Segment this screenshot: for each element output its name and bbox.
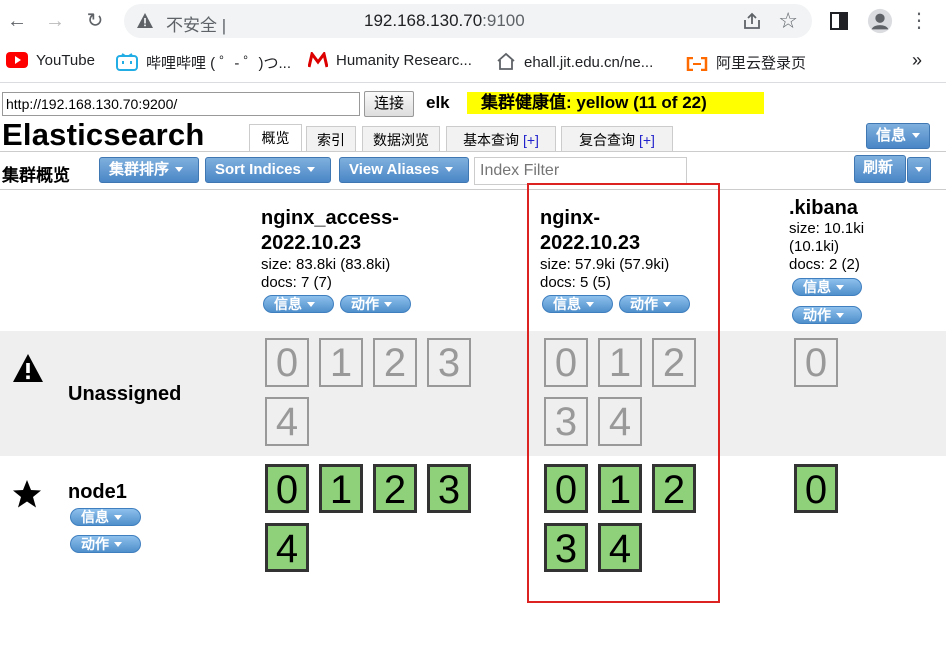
master-star-icon xyxy=(13,480,41,508)
tab-overview[interactable]: 概览 xyxy=(249,124,302,152)
bookmark-humanity-research[interactable]: Humanity Researc... xyxy=(308,52,472,69)
tab-indices[interactable]: 索引 xyxy=(306,126,356,152)
shard-unassigned[interactable]: 2 xyxy=(373,338,417,387)
cluster-overview-label: 集群概览 xyxy=(2,166,70,185)
index-docs: docs: 2 (2) xyxy=(789,256,860,273)
sort-indices-button[interactable]: Sort Indices xyxy=(205,157,331,183)
reload-icon[interactable]: ↻ xyxy=(82,8,108,34)
chevron-down-icon xyxy=(915,167,923,172)
connect-url-input[interactable] xyxy=(2,92,360,116)
aliyun-icon xyxy=(686,57,708,71)
index-info-button[interactable]: 信息 xyxy=(792,278,862,296)
warning-icon[interactable] xyxy=(136,12,154,30)
bookmark-youtube[interactable]: YouTube xyxy=(6,52,95,69)
shard-started[interactable]: 3 xyxy=(427,464,471,513)
side-panel-icon[interactable] xyxy=(828,8,850,34)
info-menu-button[interactable]: 信息 xyxy=(866,123,930,149)
chevron-down-icon xyxy=(384,302,392,307)
index-action-button[interactable]: 动作 xyxy=(792,306,862,324)
tab-basic-query[interactable]: 基本查询 [+] xyxy=(446,126,556,152)
youtube-icon xyxy=(6,52,28,68)
chevron-down-icon xyxy=(836,285,844,290)
back-arrow-icon[interactable]: ← xyxy=(4,8,30,34)
index-info-button[interactable]: 信息 xyxy=(263,295,334,313)
mendeley-icon xyxy=(308,52,328,68)
app-title: Elasticsearch xyxy=(2,117,205,152)
bookmark-bilibili[interactable]: 哔哩哔哩 ( ゜- ゜)つ... xyxy=(116,52,291,73)
highlight-box xyxy=(527,183,720,603)
node-action-button[interactable]: 动作 xyxy=(70,535,141,553)
index-size: size: 10.1ki (10.1ki) xyxy=(789,220,865,255)
share-icon[interactable] xyxy=(742,11,762,31)
node-name: node1 xyxy=(68,481,127,503)
address-bar[interactable]: 不安全 | 192.168.130.70:9100 ☆ xyxy=(124,4,812,38)
refresh-dropdown-button[interactable] xyxy=(907,157,931,183)
refresh-button[interactable]: 刷新 xyxy=(854,155,906,183)
shard-started[interactable]: 0 xyxy=(265,464,309,513)
warning-icon xyxy=(13,354,43,382)
view-aliases-button[interactable]: View Aliases xyxy=(339,157,469,183)
node-info-button[interactable]: 信息 xyxy=(70,508,141,526)
chevron-down-icon xyxy=(175,167,184,172)
globe-page-icon xyxy=(497,52,515,70)
chevron-down-icon xyxy=(445,167,454,172)
chevron-down-icon xyxy=(306,167,315,172)
bookmark-star-icon[interactable]: ☆ xyxy=(778,8,798,34)
more-menu-icon[interactable]: ⋮ xyxy=(906,8,932,34)
connect-button[interactable]: 连接 xyxy=(364,91,414,117)
shard-started[interactable]: 4 xyxy=(265,523,309,572)
index-docs: docs: 7 (7) xyxy=(261,274,332,291)
address-url: 192.168.130.70:9100 xyxy=(364,11,525,30)
index-name: nginx_access- 2022.10.23 xyxy=(261,207,399,254)
shard-unassigned[interactable]: 0 xyxy=(265,338,309,387)
bookmarks-bar: YouTube 哔哩哔哩 ( ゜- ゜)つ... Humanity Resear… xyxy=(0,42,946,82)
bookmarks-more[interactable]: » xyxy=(912,50,922,71)
chevron-down-icon xyxy=(912,133,921,138)
index-size: size: 83.8ki (83.8ki) xyxy=(261,256,391,273)
chevron-down-icon xyxy=(836,313,844,318)
index-filter-input[interactable] xyxy=(474,157,687,185)
insecure-label: 不安全 | xyxy=(166,16,227,35)
shard-started[interactable]: 1 xyxy=(319,464,363,513)
tab-compound-query[interactable]: 复合查询 [+] xyxy=(561,126,673,152)
browser-toolbar: ← → ↻ 不安全 | 192.168.130.70:9100 ☆ ⋮ xyxy=(0,0,946,42)
forward-arrow-icon[interactable]: → xyxy=(42,8,68,34)
shard-started[interactable]: 2 xyxy=(373,464,417,513)
shard-unassigned[interactable]: 1 xyxy=(319,338,363,387)
chevron-down-icon xyxy=(307,302,315,307)
tab-browser[interactable]: 数据浏览 xyxy=(362,126,440,152)
bookmark-aliyun[interactable]: 阿里云登录页 xyxy=(686,52,806,73)
elasticsearch-head-app: 连接 elk 集群健康值: yellow (11 of 22) Elastics… xyxy=(0,83,946,664)
chevron-down-icon xyxy=(114,542,122,547)
chevron-down-icon xyxy=(114,515,122,520)
shard-unassigned[interactable]: 4 xyxy=(265,397,309,446)
shard-unassigned[interactable]: 3 xyxy=(427,338,471,387)
bilibili-icon xyxy=(116,53,138,71)
overview-toolbar: 集群概览 集群排序 Sort Indices View Aliases 刷新 xyxy=(0,152,946,190)
sort-cluster-button[interactable]: 集群排序 xyxy=(99,157,199,183)
shard-unassigned[interactable]: 0 xyxy=(794,338,838,387)
index-action-button[interactable]: 动作 xyxy=(340,295,411,313)
shard-started[interactable]: 0 xyxy=(794,464,838,513)
cluster-health-badge: 集群健康值: yellow (11 of 22) xyxy=(467,92,764,114)
unassigned-label: Unassigned xyxy=(68,383,182,405)
bookmark-ehall[interactable]: ehall.jit.edu.cn/ne... xyxy=(496,52,653,71)
profile-avatar-icon[interactable] xyxy=(866,8,894,34)
cluster-name: elk xyxy=(426,93,450,112)
index-name: .kibana xyxy=(789,197,858,219)
